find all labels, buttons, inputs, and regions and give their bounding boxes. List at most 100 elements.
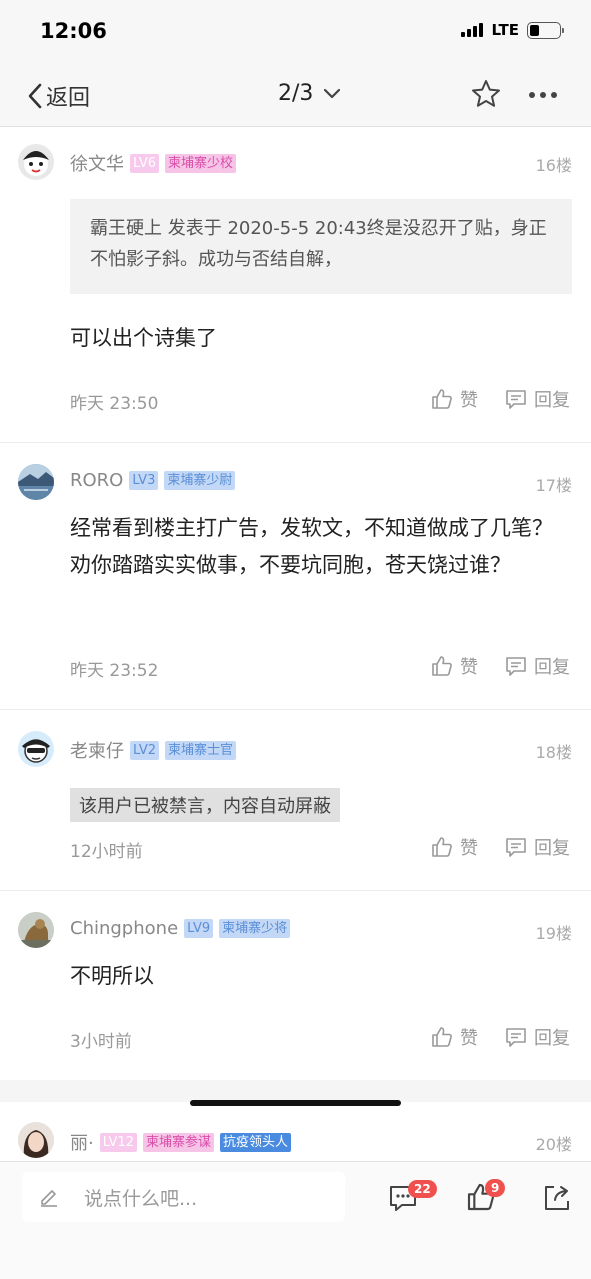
comment-icon (506, 657, 526, 676)
like-label: 赞 (460, 657, 478, 678)
thumbs-up-icon (432, 656, 452, 676)
back-label: 返回 (46, 86, 91, 111)
back-button[interactable]: 返回 (26, 80, 90, 112)
network-type: LTE (491, 21, 519, 39)
comment-input[interactable]: 说点什么吧... (22, 1172, 345, 1222)
rank-badge: 柬埔寨少校 (164, 153, 236, 173)
floor-number: 16楼 (535, 156, 572, 175)
reply-label: 回复 (534, 390, 570, 411)
level-badge: LV9 (184, 919, 214, 938)
reply-label: 回复 (534, 657, 570, 678)
home-indicator[interactable] (190, 1100, 401, 1106)
post-content: 可以出个诗集了 (70, 326, 217, 350)
reply-button[interactable]: 回复 (504, 653, 570, 679)
thumbs-up-icon (432, 389, 452, 409)
username[interactable]: 徐文华 (70, 150, 124, 176)
share-icon (545, 1186, 569, 1210)
like-button[interactable]: 赞 (430, 386, 478, 412)
signal-icon (461, 23, 484, 37)
bottom-bar: 说点什么吧... 22 9 (0, 1161, 591, 1279)
comment-icon (506, 838, 526, 857)
comment-count-badge: 22 (408, 1180, 437, 1198)
avatar[interactable] (18, 731, 54, 767)
user-line: Chingphone LV9 柬埔寨少将 (70, 918, 291, 939)
honor-badge: 抗疫领头人 (220, 1132, 292, 1152)
post-time: 12小时前 (70, 842, 143, 862)
post-floor-16: 徐文华 LV6 柬埔寨少校 16楼 霸王硬上 发表于 2020-5-5 20:4… (0, 127, 591, 442)
post-floor-18: 老柬仔 LV2 柬埔寨士官 18楼 该用户已被禁言，内容自动屏蔽 12小时前 赞… (0, 710, 591, 890)
post-time: 3小时前 (70, 1032, 132, 1052)
reply-label: 回复 (534, 838, 570, 859)
rank-badge: 柬埔寨少将 (219, 919, 291, 938)
quote-box[interactable]: 霸王硬上 发表于 2020-5-5 20:43终是没忍开了贴，身正不怕影子斜。成… (70, 199, 572, 294)
like-label: 赞 (460, 390, 478, 411)
post-content: 经常看到楼主打广告，发软文，不知道做成了几笔？劝你踏踏实实做事，不要坑同胞，苍天… (70, 516, 553, 577)
like-button[interactable]: 赞 (430, 1024, 478, 1050)
reply-button[interactable]: 回复 (504, 386, 570, 412)
comment-placeholder: 说点什么吧... (84, 1187, 198, 1210)
more-button[interactable] (529, 92, 557, 98)
status-bar: 12:06 LTE (0, 0, 591, 66)
chevron-left-icon (28, 83, 42, 109)
post-content: 不明所以 (70, 964, 154, 988)
thumbs-up-icon (432, 837, 452, 857)
comment-icon (506, 390, 526, 409)
rank-badge: 柬埔寨士官 (164, 740, 236, 760)
more-dot-icon (540, 92, 546, 98)
battery-icon (527, 21, 564, 39)
post-floor-19: Chingphone LV9 柬埔寨少将 19楼 不明所以 3小时前 赞 回复 (0, 891, 591, 1080)
like-button[interactable]: 赞 (430, 653, 478, 679)
pencil-icon (41, 1190, 57, 1207)
rank-badge: 柬埔寨少尉 (164, 471, 236, 490)
floor-number: 17楼 (535, 476, 572, 495)
like-post-button[interactable]: 9 (465, 1179, 506, 1217)
rank-badge: 柬埔寨参谋 (142, 1132, 214, 1152)
user-line: 丽· LV12 柬埔寨参谋 抗疫领头人 (70, 1129, 292, 1155)
star-icon (472, 80, 500, 107)
user-line: 徐文华 LV6 柬埔寨少校 (70, 150, 236, 176)
more-dot-icon (551, 92, 557, 98)
username[interactable]: 老柬仔 (70, 737, 124, 763)
nav-bar: 返回 2/3 (0, 66, 591, 127)
page-selector[interactable]: 2/3 (278, 81, 341, 106)
like-count-badge: 9 (485, 1179, 506, 1197)
avatar[interactable] (18, 1122, 54, 1158)
banned-notice: 该用户已被禁言，内容自动屏蔽 (70, 788, 340, 822)
level-badge: LV3 (129, 471, 159, 490)
thumbs-up-icon (432, 1027, 452, 1047)
avatar[interactable] (18, 912, 54, 948)
post-time: 昨天 23:50 (70, 394, 159, 414)
divider (0, 1080, 591, 1102)
comments-button[interactable]: 22 (388, 1180, 437, 1218)
reply-button[interactable]: 回复 (504, 1024, 570, 1050)
share-button[interactable] (542, 1183, 572, 1217)
level-badge: LV2 (130, 740, 159, 760)
post-floor-20: 丽· LV12 柬埔寨参谋 抗疫领头人 20楼 (0, 1102, 591, 1161)
username[interactable]: Chingphone (70, 918, 178, 939)
post-floor-17: RORO LV3 柬埔寨少尉 17楼 经常看到楼主打广告，发软文，不知道做成了几… (0, 443, 591, 709)
user-line: 老柬仔 LV2 柬埔寨士官 (70, 737, 236, 763)
avatar[interactable] (18, 144, 54, 180)
status-indicators: LTE (461, 21, 564, 39)
floor-number: 20楼 (535, 1135, 572, 1154)
comment-icon (506, 1028, 526, 1047)
favorite-button[interactable] (470, 78, 502, 114)
level-badge: LV12 (99, 1132, 137, 1152)
username[interactable]: 丽· (70, 1129, 94, 1155)
floor-number: 18楼 (535, 743, 572, 762)
username[interactable]: RORO (70, 470, 123, 491)
level-badge: LV6 (130, 153, 159, 173)
reply-label: 回复 (534, 1028, 570, 1049)
like-button[interactable]: 赞 (430, 834, 478, 860)
post-time: 昨天 23:52 (70, 661, 159, 681)
floor-number: 19楼 (535, 924, 572, 943)
avatar[interactable] (18, 464, 54, 500)
page-indicator: 2/3 (278, 81, 314, 106)
reply-button[interactable]: 回复 (504, 834, 570, 860)
like-label: 赞 (460, 1028, 478, 1049)
chevron-down-icon (324, 88, 341, 98)
user-line: RORO LV3 柬埔寨少尉 (70, 470, 236, 491)
more-dot-icon (529, 92, 535, 98)
like-label: 赞 (460, 838, 478, 859)
status-time: 12:06 (40, 19, 107, 43)
